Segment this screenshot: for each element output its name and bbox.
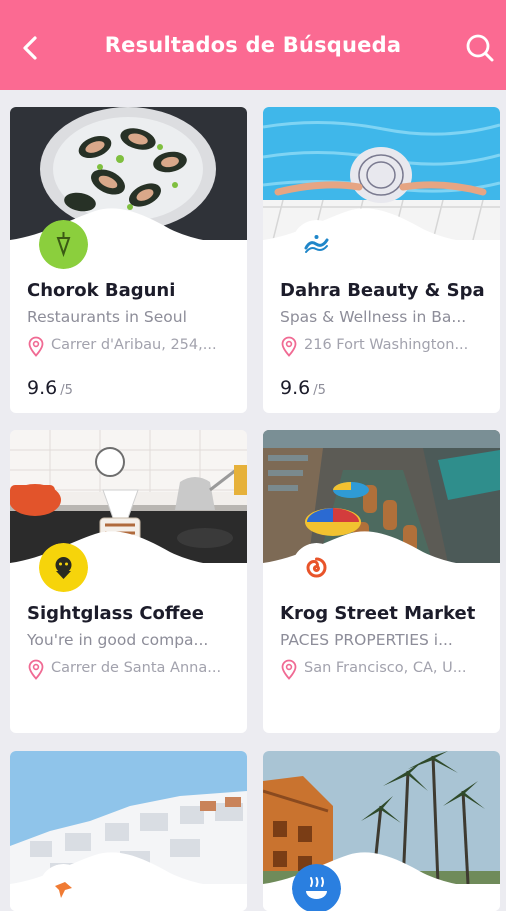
place-rating: 9.6/5 [280,377,326,401]
location-pin-icon [28,336,44,357]
place-logo [292,220,341,269]
place-name: Dahra Beauty & Spa [280,280,485,301]
result-card[interactable]: Chorok Baguni Restaurants in Seoul Carre… [10,107,247,413]
place-logo [292,543,341,592]
result-card[interactable] [10,751,247,911]
location-pin-icon [281,659,297,680]
place-name: Sightglass Coffee [27,603,204,624]
results-grid: Chorok Baguni Restaurants in Seoul Carre… [0,90,506,911]
result-card[interactable] [263,751,500,911]
location-pin-icon [281,336,297,357]
place-address: Carrer de Santa Anna... [27,658,240,682]
search-button[interactable] [462,30,498,66]
place-address: Carrer d'Aribau, 254,... [27,335,240,359]
location-pin-icon [28,659,44,680]
place-logo [39,864,88,911]
rating-scale: /5 [60,383,73,398]
place-logo [292,864,341,911]
place-address: 216 Fort Washington... [280,335,493,359]
place-category: You're in good compa... [27,631,209,649]
address-text: 216 Fort Washington... [304,337,469,353]
place-logo [39,220,88,269]
address-text: San Francisco, CA, U... [304,660,467,676]
place-category: Spas & Wellness in Ba... [280,308,467,326]
place-rating: 9.6/5 [27,377,73,401]
rating-score: 9.6 [280,377,311,399]
place-address: San Francisco, CA, U... [280,658,493,682]
address-text: Carrer de Santa Anna... [51,660,222,676]
place-category: Restaurants in Seoul [27,308,187,326]
app-header: Resultados de Búsqueda [0,0,506,90]
search-icon [466,34,494,62]
result-card[interactable]: Dahra Beauty & Spa Spas & Wellness in Ba… [263,107,500,413]
address-text: Carrer d'Aribau, 254,... [51,337,217,353]
place-name: Krog Street Market [280,603,476,624]
place-category: PACES PROPERTIES i... [280,631,453,649]
result-card[interactable]: Krog Street Market PACES PROPERTIES i...… [263,430,500,733]
rating-score: 9.6 [27,377,58,399]
page-title: Resultados de Búsqueda [104,33,402,57]
rating-scale: /5 [313,383,326,398]
place-name: Chorok Baguni [27,280,176,301]
place-logo [39,543,88,592]
result-card[interactable]: Sightglass Coffee You're in good compa..… [10,430,247,733]
